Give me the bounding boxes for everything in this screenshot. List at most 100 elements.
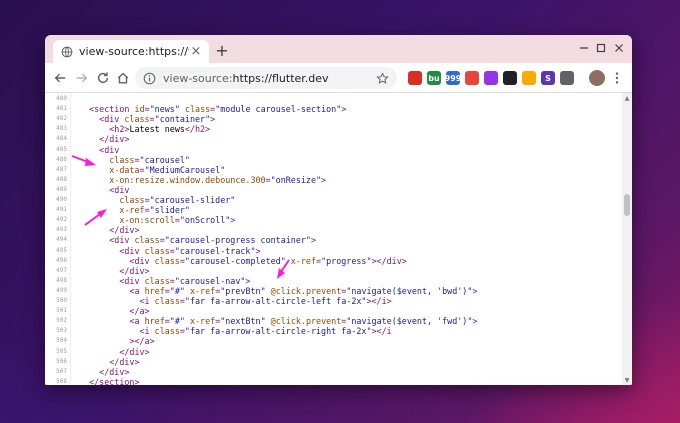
code-token: class [119,195,145,205]
url-scheme: view-source: [163,71,233,85]
source-line: 492 x-on:scroll="onScroll"> [45,215,621,225]
ext-orange-icon[interactable] [522,71,536,85]
url-text[interactable]: view-source:https://flutter.dev [163,72,376,85]
line-number: 493 [56,226,67,234]
line-number: 495 [56,246,67,254]
code-token: </a> [129,306,150,317]
line-number: 500 [56,297,67,304]
code-token: x-ref [189,285,216,296]
scroll-down-icon[interactable]: ▼ [622,375,632,385]
tab-title: view-source:https://flutter.dev [79,45,189,58]
code-token: x-ref [290,255,317,266]
ext-grid-icon[interactable] [560,71,574,85]
line-number: 494 [56,236,67,244]
tab-close-icon[interactable]: × [189,44,203,59]
code-token: class [124,114,150,125]
code-token: "carousel-nav" [174,275,246,286]
code-token: Latest news [129,124,185,135]
reload-icon[interactable] [95,70,111,86]
ext-chat-icon[interactable] [465,71,479,85]
ext-s-icon[interactable]: S [541,71,555,85]
code-token: "carousel-track" [174,245,256,256]
ext-green-icon[interactable]: bu [427,71,441,85]
line-number: 501 [56,307,67,315]
source-line: 482 <div class="container"> [45,114,621,124]
code-token: <div [119,275,140,286]
source-line: 489 <div [45,185,621,195]
vertical-scrollbar[interactable]: ▲ ▼ [622,93,632,385]
line-number: 504 [56,337,67,345]
close-window-icon[interactable] [612,41,626,55]
code-token: id [134,104,145,115]
code-token: </div> [109,225,140,236]
line-number: 482 [56,115,67,123]
code-token: > [472,285,478,296]
scrollbar-thumb[interactable] [624,194,630,216]
address-bar[interactable]: view-source:https://flutter.dev [135,67,397,89]
back-arrow-icon[interactable] [52,70,68,86]
line-number: 481 [56,105,67,113]
home-icon[interactable] [115,70,131,86]
source-line: 491 x-ref="slider" [45,205,621,215]
code-token: </div> [119,265,150,276]
view-source-content[interactable]: 480 481 <section id="news" class="module … [45,93,632,385]
line-number: 489 [56,185,67,193]
code-token: href [144,316,165,327]
line-number: 485 [56,145,67,153]
line-number: 499 [56,286,67,294]
code-token: "navigate($event, 'bwd')" [346,285,473,296]
toolbar: view-source:https://flutter.dev bu 999 S [45,63,632,93]
code-token: "container" [154,114,211,125]
line-number: 487 [56,165,67,173]
source-line: 485 <div [45,145,621,155]
menu-dots-icon[interactable] [609,70,625,86]
minimize-icon[interactable] [577,41,591,55]
forward-arrow-icon[interactable] [74,70,90,86]
code-token: "MediumCarousel" [144,164,226,175]
source-line: 507 </div> [45,367,621,377]
code-token: "prevBtn" [220,285,266,296]
code-token: </div> [99,366,130,377]
info-icon[interactable] [143,72,156,85]
profile-avatar[interactable] [589,70,605,86]
source-line: 505 </div> [45,347,621,357]
line-number: 488 [56,175,67,183]
ext-red-icon[interactable] [408,71,422,85]
tab-strip: view-source:https://flutter.dev × + [45,35,632,63]
code-token: x-on:scroll [119,215,175,226]
url-host: https://flutter.dev [232,71,329,85]
line-number: 497 [56,266,67,274]
line-number: 503 [56,327,67,335]
code-token: "carousel-progress container" [164,235,311,246]
line-number: 484 [56,135,67,143]
code-token: <div [99,144,120,155]
source-line: 483 <h2>Latest news</h2> [45,124,621,134]
ext-dark-icon[interactable] [503,71,517,85]
new-tab-button[interactable]: + [213,41,231,60]
bookmark-star-icon[interactable] [376,71,389,85]
ext-purple-icon[interactable] [484,71,498,85]
code-token: <div [99,114,120,125]
code-token: > [472,316,478,327]
maximize-icon[interactable] [594,41,608,55]
code-token: "far fa-arrow-alt-circle-right fa-2x" [184,326,372,337]
source-line: 498 <div class="carousel-nav"> [45,276,621,286]
code-token: <section [89,104,130,115]
tab-view-source[interactable]: view-source:https://flutter.dev × [53,40,209,63]
code-token: <i [139,296,150,306]
scroll-up-icon[interactable]: ▲ [622,93,632,103]
ext-999-icon[interactable]: 999 [445,71,461,85]
